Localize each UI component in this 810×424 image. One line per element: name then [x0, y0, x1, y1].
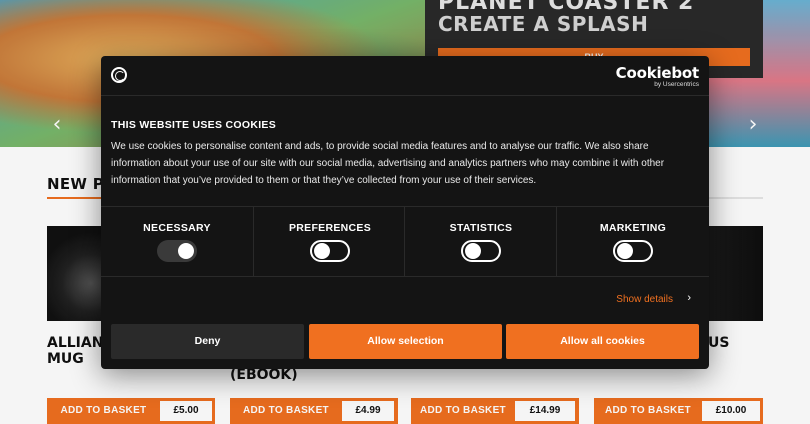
- cookiebot-brand-name: Cookiebot: [615, 64, 700, 82]
- cookie-category-toggles: NECESSARY PREFERENCES STATISTICS MARKETI…: [101, 206, 709, 277]
- statistics-toggle[interactable]: [461, 240, 501, 262]
- toggle-knob: [178, 243, 194, 259]
- category-label: PREFERENCES: [288, 222, 372, 234]
- category-necessary: NECESSARY: [101, 207, 253, 277]
- preferences-toggle[interactable]: [310, 240, 350, 262]
- category-label: STATISTICS: [449, 222, 513, 234]
- dialog-header: Cookiebot by Usercentrics: [101, 56, 709, 96]
- dialog-title: THIS WEBSITE USES COOKIES: [111, 119, 277, 131]
- show-details-link[interactable]: Show details: [616, 294, 673, 305]
- page: PLANET COASTER 2 CREATE A SPLASH BUY ‹ ›…: [0, 0, 810, 424]
- marketing-toggle[interactable]: [613, 240, 653, 262]
- cookiebot-logo[interactable]: Cookiebot by Usercentrics: [615, 64, 700, 88]
- toggle-knob: [617, 243, 633, 259]
- cookiebot-brand-sub: by Usercentrics: [654, 81, 699, 88]
- allow-all-cookies-button[interactable]: Allow all cookies: [506, 324, 699, 359]
- toggle-knob: [465, 243, 481, 259]
- category-label: NECESSARY: [143, 222, 211, 234]
- necessary-toggle: [157, 240, 197, 262]
- category-preferences: PREFERENCES: [253, 207, 405, 277]
- category-statistics: STATISTICS: [404, 207, 556, 277]
- powered-by-logo-icon[interactable]: [111, 67, 127, 83]
- toggle-knob: [314, 243, 330, 259]
- cookie-consent-dialog: Cookiebot by Usercentrics THIS WEBSITE U…: [101, 56, 709, 369]
- dialog-body-text: We use cookies to personalise content an…: [111, 141, 665, 186]
- deny-button[interactable]: Deny: [111, 324, 304, 359]
- chevron-right-icon[interactable]: ›: [687, 292, 691, 304]
- category-label: MARKETING: [599, 222, 667, 234]
- category-marketing: MARKETING: [556, 207, 708, 277]
- allow-selection-button[interactable]: Allow selection: [309, 324, 502, 359]
